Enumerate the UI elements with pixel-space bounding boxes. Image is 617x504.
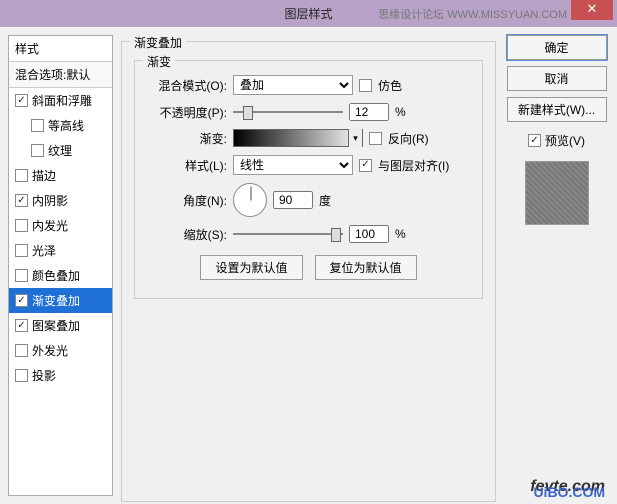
style-label: 斜面和浮雕 <box>32 92 92 109</box>
align-label: 与图层对齐(I) <box>378 157 449 174</box>
close-button[interactable]: ✕ <box>571 0 613 20</box>
style-item[interactable]: 描边 <box>9 163 112 188</box>
reset-default-button[interactable]: 复位为默认值 <box>315 255 417 280</box>
style-label: 投影 <box>32 367 56 384</box>
style-item[interactable]: 纹理 <box>9 138 112 163</box>
style-checkbox[interactable] <box>15 244 28 257</box>
style-item[interactable]: 内阴影 <box>9 188 112 213</box>
titlebar: 图层样式 思缘设计论坛 WWW.MISSYUAN.COM ✕ <box>0 0 617 27</box>
style-item[interactable]: 图案叠加 <box>9 313 112 338</box>
gradient-inner-group: 渐变 混合模式(O): 叠加 仿色 不透明度(P): % 渐变: ▾ <box>134 60 483 299</box>
content: 样式 混合选项:默认 斜面和浮雕等高线纹理描边内阴影内发光光泽颜色叠加渐变叠加图… <box>0 27 617 504</box>
style-checkbox[interactable] <box>31 144 44 157</box>
style-checkbox[interactable] <box>15 194 28 207</box>
style-checkbox[interactable] <box>31 119 44 132</box>
opacity-input[interactable] <box>349 103 389 121</box>
style-item[interactable]: 斜面和浮雕 <box>9 88 112 113</box>
style-checkbox[interactable] <box>15 269 28 282</box>
blend-mode-select[interactable]: 叠加 <box>233 75 353 95</box>
blend-mode-label: 混合模式(O): <box>147 77 227 94</box>
angle-input[interactable] <box>273 191 313 209</box>
center-panel: 渐变叠加 渐变 混合模式(O): 叠加 仿色 不透明度(P): % 渐变: <box>121 35 496 496</box>
opacity-slider[interactable] <box>233 104 343 120</box>
style-label: 外发光 <box>32 342 68 359</box>
group-title: 渐变叠加 <box>130 34 186 51</box>
reverse-label: 反向(R) <box>388 130 429 147</box>
angle-label: 角度(N): <box>147 192 227 209</box>
style-checkbox[interactable] <box>15 169 28 182</box>
style-checkbox[interactable] <box>15 369 28 382</box>
style-item[interactable]: 投影 <box>9 363 112 388</box>
style-item[interactable]: 内发光 <box>9 213 112 238</box>
style-label: 颜色叠加 <box>32 267 80 284</box>
gradient-label: 渐变: <box>147 130 227 147</box>
angle-unit: 度 <box>319 192 331 209</box>
gradient-overlay-group: 渐变叠加 渐变 混合模式(O): 叠加 仿色 不透明度(P): % 渐变: <box>121 41 496 502</box>
scale-label: 缩放(S): <box>147 226 227 243</box>
reverse-checkbox[interactable] <box>369 132 382 145</box>
style-item[interactable]: 渐变叠加 <box>9 288 112 313</box>
style-label: 等高线 <box>48 117 84 134</box>
scale-slider[interactable] <box>233 226 343 242</box>
watermark-2: UiBO.COM <box>533 484 605 500</box>
style-checkbox[interactable] <box>15 344 28 357</box>
preview-checkbox[interactable] <box>528 134 541 147</box>
style-checkbox[interactable] <box>15 94 28 107</box>
pct-label-2: % <box>395 227 406 241</box>
dither-label: 仿色 <box>378 77 402 94</box>
site-text: 思缘设计论坛 WWW.MISSYUAN.COM <box>378 6 567 22</box>
dither-checkbox[interactable] <box>359 79 372 92</box>
cancel-button[interactable]: 取消 <box>507 66 607 91</box>
style-label: 内阴影 <box>32 192 68 209</box>
style-item[interactable]: 等高线 <box>9 113 112 138</box>
style-checkbox[interactable] <box>15 294 28 307</box>
angle-dial[interactable] <box>233 183 267 217</box>
style-label: 渐变叠加 <box>32 292 80 309</box>
style-label: 光泽 <box>32 242 56 259</box>
chevron-down-icon[interactable]: ▾ <box>348 129 362 147</box>
pct-label: % <box>395 105 406 119</box>
gradient-picker[interactable]: ▾ <box>233 129 363 147</box>
style-checkbox[interactable] <box>15 319 28 332</box>
style-item[interactable]: 外发光 <box>9 338 112 363</box>
styles-header: 样式 <box>9 36 112 62</box>
new-style-button[interactable]: 新建样式(W)... <box>507 97 607 122</box>
preview-thumbnail <box>525 161 589 225</box>
style-label: 内发光 <box>32 217 68 234</box>
style-checkbox[interactable] <box>15 219 28 232</box>
scale-input[interactable] <box>349 225 389 243</box>
set-default-button[interactable]: 设置为默认值 <box>200 255 302 280</box>
ok-button[interactable]: 确定 <box>507 35 607 60</box>
style-item[interactable]: 颜色叠加 <box>9 263 112 288</box>
style-select[interactable]: 线性 <box>233 155 353 175</box>
opacity-label: 不透明度(P): <box>147 104 227 121</box>
style-label: 纹理 <box>48 142 72 159</box>
right-panel: 确定 取消 新建样式(W)... 预览(V) <box>504 35 609 496</box>
styles-list: 斜面和浮雕等高线纹理描边内阴影内发光光泽颜色叠加渐变叠加图案叠加外发光投影 <box>9 88 112 388</box>
style-item[interactable]: 光泽 <box>9 238 112 263</box>
preview-label: 预览(V) <box>545 132 585 149</box>
style-label: 描边 <box>32 167 56 184</box>
align-checkbox[interactable] <box>359 159 372 172</box>
inner-group-title: 渐变 <box>143 53 175 70</box>
style-label: 样式(L): <box>147 157 227 174</box>
blend-options-header[interactable]: 混合选项:默认 <box>9 62 112 88</box>
style-label: 图案叠加 <box>32 317 80 334</box>
styles-panel: 样式 混合选项:默认 斜面和浮雕等高线纹理描边内阴影内发光光泽颜色叠加渐变叠加图… <box>8 35 113 496</box>
